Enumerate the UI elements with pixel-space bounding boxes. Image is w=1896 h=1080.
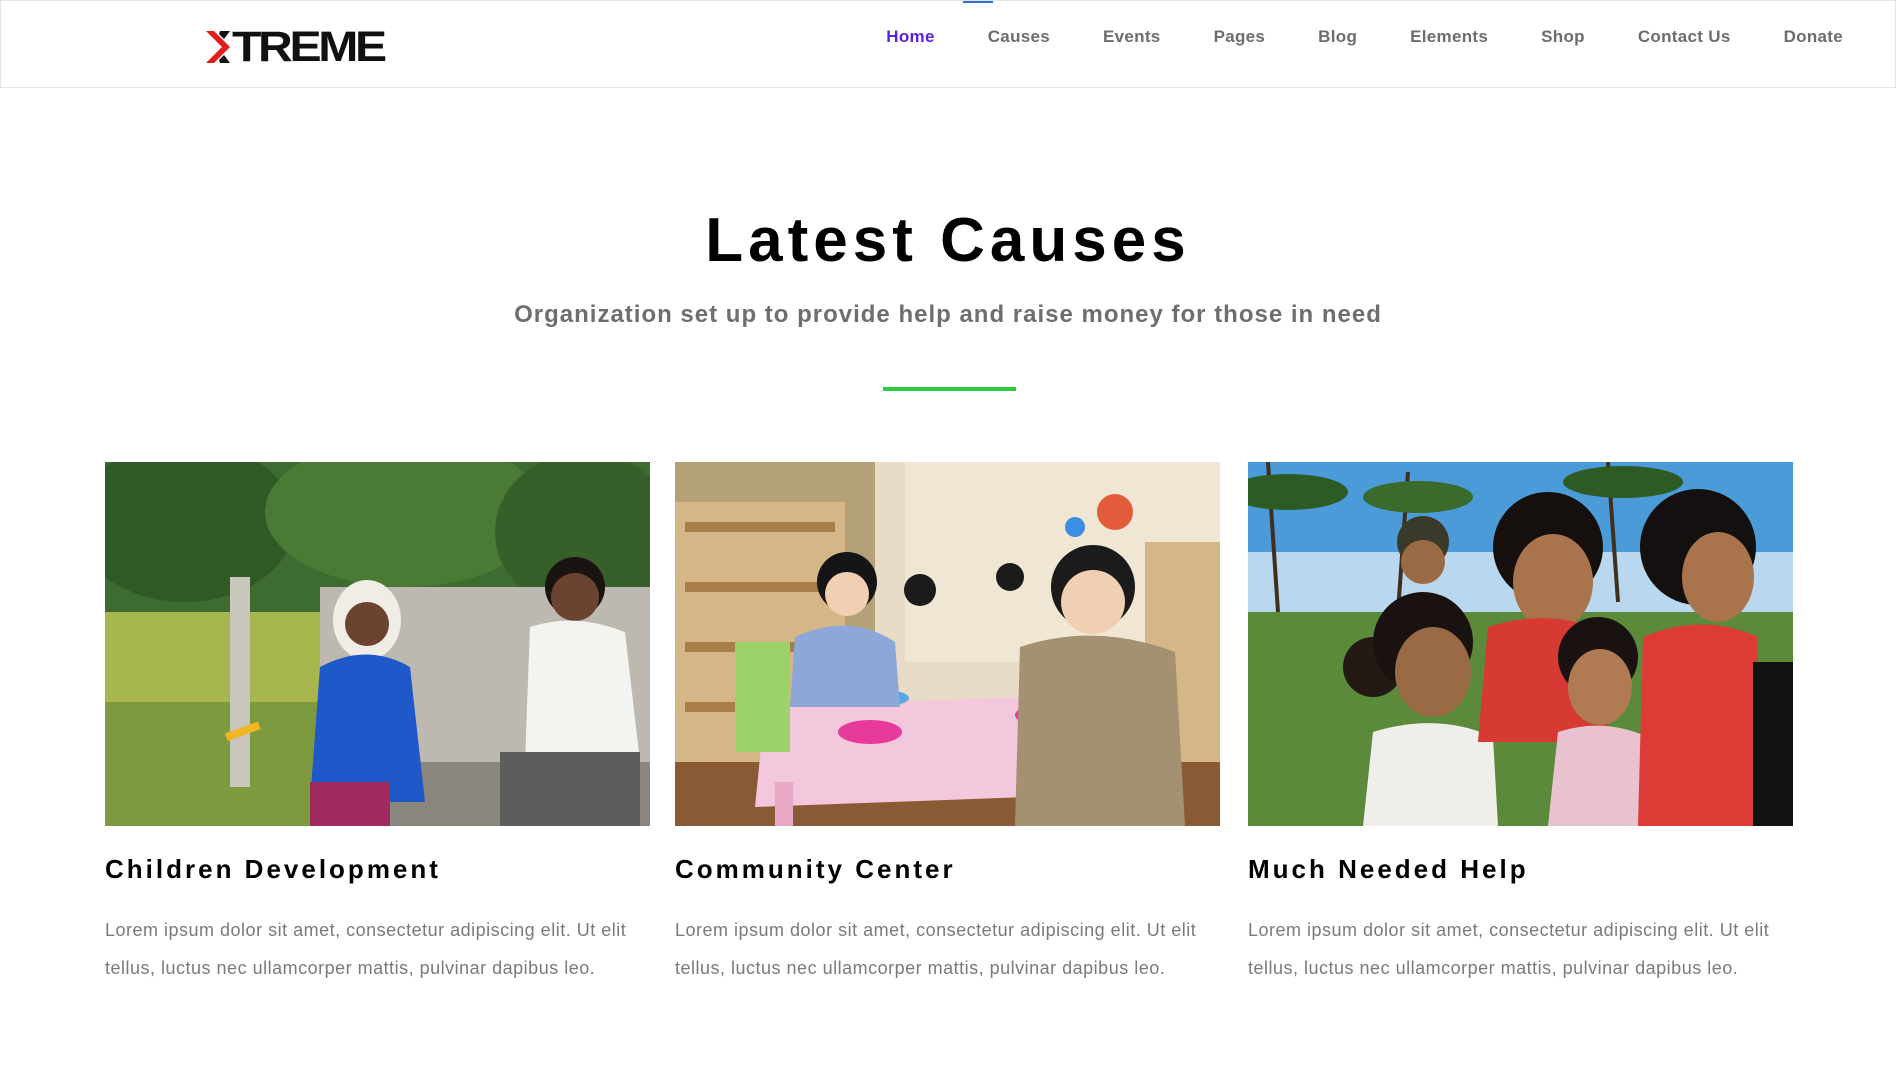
cause-card-text: Lorem ipsum dolor sit amet, consectetur … [105, 920, 627, 978]
cause-card: Community Center Lorem ipsum dolor sit a… [675, 462, 1220, 987]
cause-card-title[interactable]: Children Development [105, 854, 650, 885]
site-header: TREME Home Causes Events Pages Blog Elem… [0, 0, 1896, 88]
section-divider [883, 387, 1016, 391]
cause-card-title[interactable]: Much Needed Help [1248, 854, 1793, 885]
logo-x-icon [206, 31, 230, 63]
logo-text: TREME [232, 23, 387, 71]
cause-card: Much Needed Help Lorem ipsum dolor sit a… [1248, 462, 1793, 987]
nav-item-elements[interactable]: Elements [1410, 27, 1488, 47]
nav-item-blog[interactable]: Blog [1318, 27, 1357, 47]
cause-card-image-much-needed-help[interactable] [1248, 462, 1793, 826]
cause-card-image-children-development[interactable] [105, 462, 650, 826]
section-title: Latest Causes [705, 206, 1191, 275]
nav-item-shop[interactable]: Shop [1541, 27, 1585, 47]
cause-card-title[interactable]: Community Center [675, 854, 1220, 885]
nav-item-events[interactable]: Events [1103, 27, 1161, 47]
cause-card: Children Development Lorem ipsum dolor s… [105, 462, 650, 987]
cause-card-text: Lorem ipsum dolor sit amet, consectetur … [675, 920, 1197, 978]
nav-item-contact-us[interactable]: Contact Us [1638, 27, 1731, 47]
cause-card-image-community-center[interactable] [675, 462, 1220, 826]
nav-item-causes[interactable]: Causes [988, 27, 1050, 47]
nav-item-pages[interactable]: Pages [1214, 27, 1266, 47]
section-subtitle: Organization set up to provide help and … [514, 301, 1382, 328]
nav-item-donate[interactable]: Donate [1784, 27, 1843, 47]
site-logo[interactable]: TREME [206, 26, 387, 69]
cause-card-text: Lorem ipsum dolor sit amet, consectetur … [1248, 920, 1770, 978]
main-nav: Home Causes Events Pages Blog Elements S… [833, 1, 1843, 73]
nav-item-home[interactable]: Home [886, 27, 934, 47]
